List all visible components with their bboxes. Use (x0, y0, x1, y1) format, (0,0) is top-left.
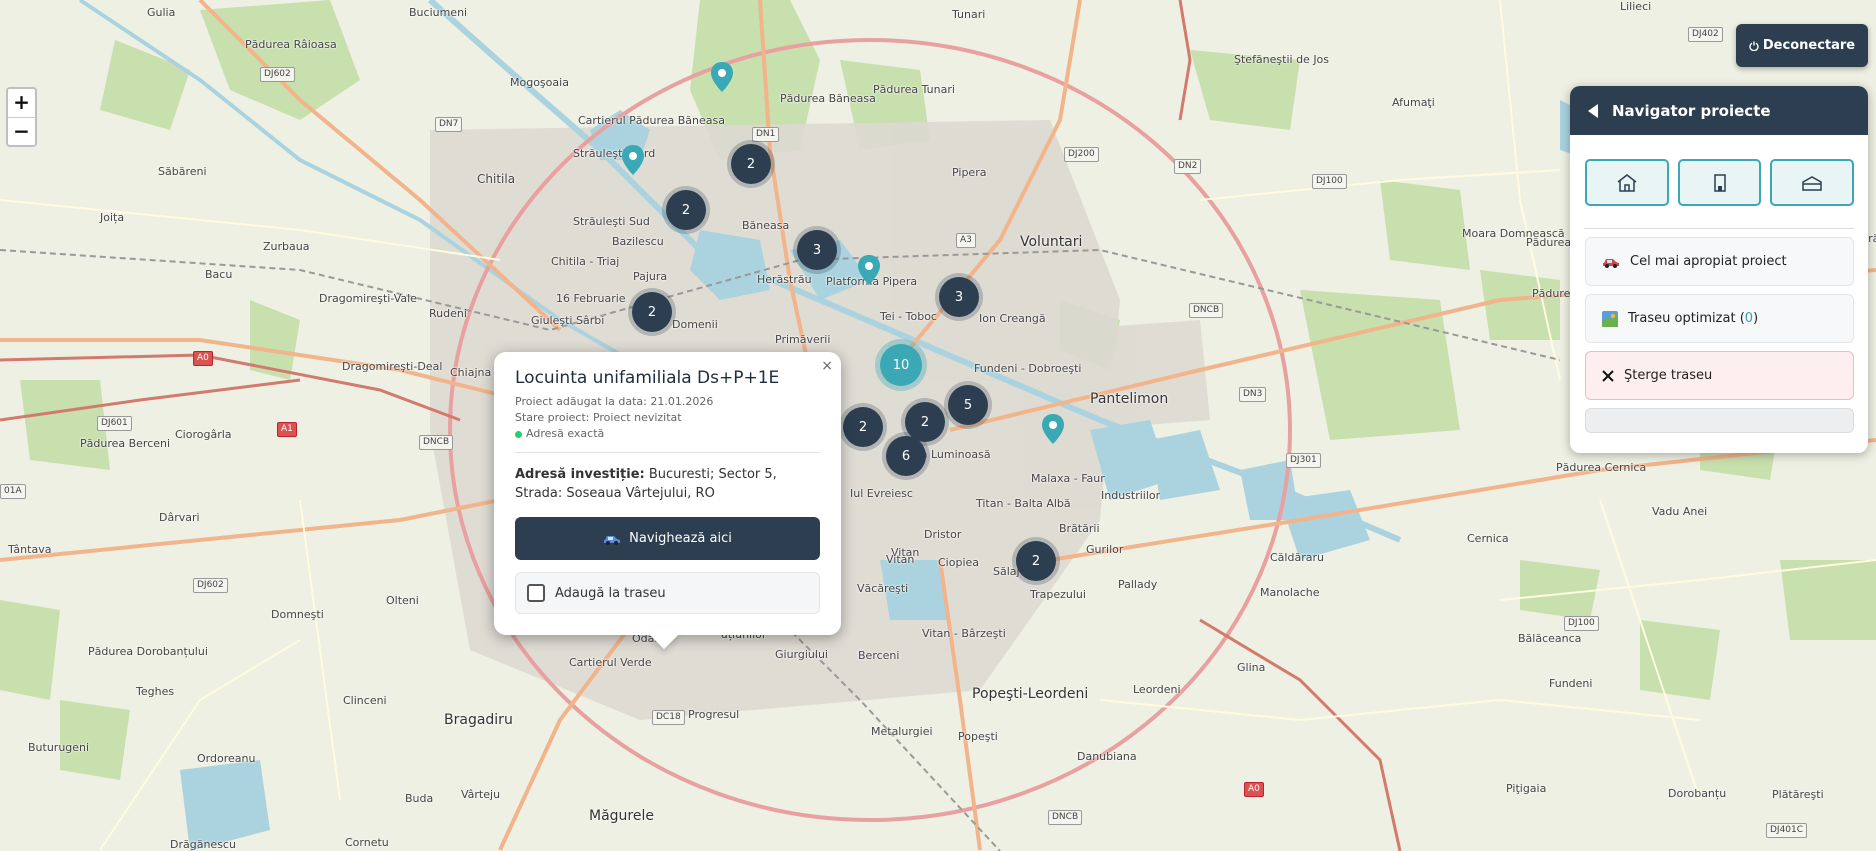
popup-title: Locuinta unifamiliala Ds+P+1E (515, 368, 780, 388)
zoom-out-button[interactable]: − (8, 117, 35, 145)
marker-cluster[interactable]: 5 (948, 385, 988, 425)
marker-cluster[interactable]: 2 (666, 190, 706, 230)
project-popup: × Locuinta unifamiliala Ds+P+1E Proiect … (494, 352, 841, 650)
map-route-icon (1602, 310, 1618, 327)
project-type-filters (1570, 135, 1868, 206)
optimized-route-label: Traseu optimizat (0) (1628, 311, 1759, 326)
filter-building-button[interactable] (1677, 159, 1762, 206)
route-count: 0 (1744, 311, 1754, 326)
popup-exact-label: Adresă exactă (526, 427, 605, 440)
optimized-route-button[interactable]: Traseu optimizat (0) (1585, 294, 1854, 343)
marker-cluster[interactable]: 2 (731, 144, 771, 184)
popup-exact-address: Adresă exactă (515, 426, 820, 442)
add-to-route-checkbox[interactable]: Adaugă la traseu (515, 572, 820, 614)
marker-cluster[interactable]: 3 (939, 277, 979, 317)
popup-divider (515, 452, 820, 453)
project-navigator-panel: Navigator proiecte Cel mai apropiat proi… (1570, 86, 1868, 453)
popup-close-button[interactable]: × (821, 358, 833, 374)
map-pin-icon[interactable] (621, 145, 645, 175)
popup-address: Adresă investiție: Bucuresti; Sector 5, … (515, 465, 820, 503)
house-icon (1617, 173, 1637, 192)
add-to-route-label: Adaugă la traseu (555, 585, 666, 601)
navigate-here-button[interactable]: Navighează aici (515, 517, 820, 560)
nearest-project-label: Cel mai apropiat proiect (1630, 254, 1787, 269)
car-icon (604, 535, 621, 545)
industrial-icon (1802, 175, 1822, 191)
building-icon (1713, 173, 1726, 192)
clear-route-label: Şterge traseu (1624, 368, 1713, 383)
marker-cluster[interactable]: 2 (632, 292, 672, 332)
map-pin-icon[interactable] (857, 255, 881, 285)
car-icon (1603, 258, 1619, 268)
popup-meta: Proiect adăugat la data: 21.01.2026 Star… (515, 394, 820, 426)
marker-cluster[interactable]: 3 (797, 230, 837, 270)
power-icon (1749, 41, 1759, 51)
close-icon (1602, 369, 1614, 382)
navigate-here-label: Navighează aici (629, 531, 732, 546)
marker-cluster[interactable]: 6 (886, 436, 926, 476)
checkbox-icon[interactable] (527, 584, 545, 602)
panel-divider (1584, 228, 1854, 229)
logout-button[interactable]: Deconectare (1736, 24, 1868, 67)
map-pin-icon[interactable] (1041, 414, 1065, 444)
status-dot-icon (515, 430, 522, 438)
filter-residential-button[interactable] (1585, 159, 1669, 206)
collapse-caret-icon[interactable] (1588, 103, 1598, 118)
marker-cluster[interactable]: 2 (843, 407, 883, 447)
popup-added-date: Proiect adăugat la data: 21.01.2026 (515, 395, 714, 408)
panel-header: Navigator proiecte (1570, 86, 1868, 135)
marker-cluster[interactable]: 10 (880, 344, 922, 386)
popup-status: Stare proiect: Proiect nevizitat (515, 411, 682, 424)
popup-address-label: Adresă investiție: (515, 467, 645, 482)
logout-label: Deconectare (1762, 38, 1856, 53)
panel-title: Navigator proiecte (1612, 101, 1771, 120)
filter-industrial-button[interactable] (1770, 159, 1855, 206)
zoom-in-button[interactable]: + (8, 89, 35, 117)
map-pin-icon[interactable] (710, 62, 734, 92)
nearest-project-button[interactable]: Cel mai apropiat proiect (1585, 237, 1854, 286)
clear-route-button[interactable]: Şterge traseu (1585, 351, 1854, 400)
route-progress-bar (1585, 408, 1854, 433)
marker-cluster[interactable]: 2 (1016, 541, 1056, 581)
zoom-control: + − (6, 87, 37, 147)
